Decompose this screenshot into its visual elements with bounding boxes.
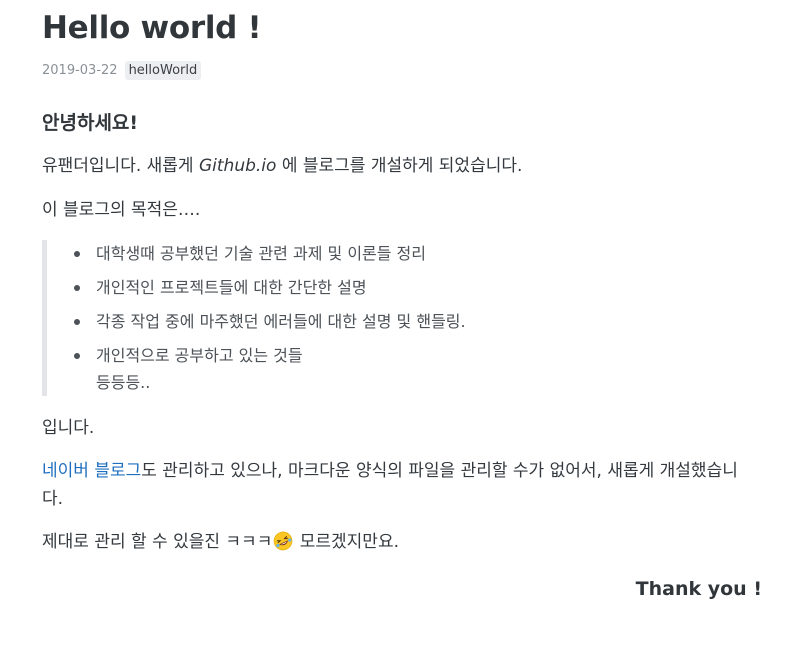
bullet-icon (74, 353, 80, 359)
closing-paragraph: 입니다. (42, 418, 95, 438)
github-io-text: Github.io (198, 156, 277, 176)
list-item: 각종 작업 중에 마주했던 에러들에 대한 설명 및 핸들링. (74, 308, 466, 335)
thank-you-text: Thank you ! (635, 578, 762, 600)
list-item: 개인적인 프로젝트들에 대한 간단한 설명 (74, 274, 367, 301)
post-date: 2019-03-22 (42, 63, 118, 78)
rolling-on-floor-laughing-emoji-icon (274, 531, 293, 551)
manage-paragraph: 제대로 관리 할 수 있을진 ㅋㅋㅋ 모르겠지만요. (42, 528, 762, 556)
intro-text-after: 에 블로그를 개설하게 되었습니다. (276, 156, 523, 176)
naver-text-end: 다. (42, 489, 64, 509)
list-item: 대학생때 공부했던 기술 관련 과제 및 이론들 정리 (74, 240, 426, 267)
naver-paragraph: 네이버 블로그도 관리하고 있으나, 마크다운 양식의 파일을 관리할 수가 없… (42, 457, 762, 513)
greeting-heading: 안녕하세요! (42, 112, 139, 134)
purpose-paragraph: 이 블로그의 목적은…. (42, 200, 201, 220)
naver-blog-link[interactable]: 네이버 블로그 (42, 461, 141, 481)
tag-helloworld[interactable]: helloWorld (124, 61, 202, 80)
intro-paragraph: 유팬더입니다. 새롭게 Github.io 에 블로그를 개설하게 되었습니다. (42, 152, 762, 180)
bullet-icon (74, 251, 80, 257)
bullet-icon (74, 319, 80, 325)
list-item: 개인적으로 공부하고 있는 것들 등등등.. (74, 342, 303, 396)
bullet-icon (74, 285, 80, 291)
intro-text-before: 유팬더입니다. 새롭게 (42, 156, 199, 176)
post-meta: 2019-03-22 helloWorld (42, 61, 202, 80)
post-title: Hello world ! (42, 10, 262, 46)
purpose-blockquote: 대학생때 공부했던 기술 관련 과제 및 이론들 정리 개인적인 프로젝트들에 … (42, 240, 722, 396)
naver-text: 도 관리하고 있으나, 마크다운 양식의 파일을 관리할 수가 없어서, 새롭게… (141, 461, 738, 481)
